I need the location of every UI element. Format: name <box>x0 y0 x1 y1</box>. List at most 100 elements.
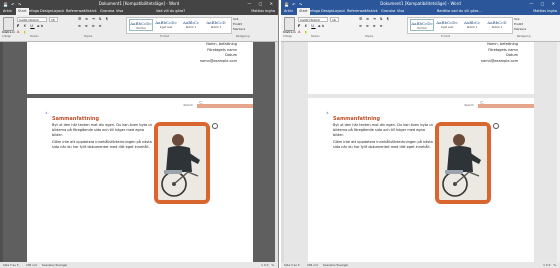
edit-command[interactable]: Markera <box>233 27 245 32</box>
account-name[interactable]: Mattias Ingha <box>251 8 275 15</box>
underline-button[interactable]: U <box>311 24 315 28</box>
style-item[interactable]: AaBbCcDc Normal <box>410 19 434 31</box>
tab-granska[interactable]: Granska <box>381 8 395 15</box>
language-indicator[interactable]: Svenska (Sverige) <box>42 262 67 268</box>
italic-button[interactable]: K <box>24 24 28 28</box>
tab-infoga[interactable]: Infoga <box>309 8 320 15</box>
word-count[interactable]: 236 ord <box>307 262 318 268</box>
body-paragraph[interactable]: Glöm inte att uppdatera innehållsförteck… <box>333 140 433 150</box>
pilcrow-icon[interactable]: ¶ <box>387 17 391 21</box>
numbering-icon[interactable]: ≡ <box>85 17 89 21</box>
page-previous[interactable]: Namn, befattning Företagets namn Datum namn… <box>27 42 253 94</box>
font-name-box[interactable]: Calibri Rubrik <box>298 17 328 22</box>
tab-start[interactable]: Start <box>297 8 310 15</box>
language-indicator[interactable]: Svenska (Sverige) <box>323 262 348 268</box>
page-count[interactable]: Sida 3 av 5 <box>284 262 300 268</box>
color-buttons[interactable]: A ▮ <box>17 30 27 34</box>
italic-button[interactable]: K <box>305 24 309 28</box>
style-item[interactable]: AaBbCc Rubrik 1 <box>460 19 484 31</box>
address-line[interactable]: namn@example.com <box>200 59 237 65</box>
page-previous[interactable]: Namn, befattning Företagets namn Datum namn… <box>308 42 534 94</box>
styles-gallery[interactable]: AaBbCcDc Normal AaBbCcDc Inget avst AaBbCc Ru… <box>407 17 513 34</box>
bold-button[interactable]: F <box>298 24 302 28</box>
tab-layout[interactable]: Layout <box>52 8 64 15</box>
body-paragraph[interactable]: Byt ut den här texten mot din egen. Du k… <box>52 123 152 138</box>
tab-utskick[interactable]: Utskick <box>365 8 378 15</box>
section-heading[interactable]: Sammanfattning <box>52 116 99 122</box>
tab-referenser[interactable]: Referenser <box>347 8 366 15</box>
layout-options-icon[interactable]: ⊂ <box>199 100 203 106</box>
justify-icon[interactable]: ≡ <box>380 24 384 28</box>
paragraph-buttons[interactable]: ☰ ≡ ⇥ ⇅ ¶ <box>359 17 390 21</box>
bicycle-photo[interactable] <box>435 122 491 204</box>
align-center-icon[interactable]: ≡ <box>366 24 370 28</box>
body-paragraph[interactable]: Byt ut den här texten mot din egen. Du k… <box>333 123 433 138</box>
tab-design[interactable]: Design <box>40 8 52 15</box>
style-item[interactable]: AaBbCcDc Inget avst <box>435 19 459 31</box>
body-paragraph[interactable]: Glöm inte att uppdatera innehållsförteck… <box>52 140 152 150</box>
font-color-icon[interactable]: A <box>298 30 302 34</box>
vertical-scrollbar[interactable] <box>275 42 278 262</box>
underline-button[interactable]: U <box>30 24 34 28</box>
font-size-box[interactable]: 16 <box>49 17 58 22</box>
style-item[interactable]: AaBbCc Rubrik 1 <box>179 19 203 31</box>
layout-options-icon[interactable]: ⊂ <box>480 100 484 106</box>
format-buttons[interactable]: F K U a̶b <box>17 24 45 28</box>
style-item[interactable]: AaBbCcDc Normal <box>129 19 153 31</box>
zoom-level[interactable]: 100 % <box>261 262 275 268</box>
align-right-icon[interactable]: ≡ <box>373 24 377 28</box>
layout-anchor-icon[interactable] <box>212 123 218 129</box>
bold-button[interactable]: F <box>17 24 21 28</box>
sort-icon[interactable]: ⇅ <box>99 17 103 21</box>
edit-command[interactable]: Markera <box>514 27 526 32</box>
tell-me-box[interactable]: Vad vill du göra? <box>156 8 185 15</box>
tab-granska[interactable]: Granska <box>100 8 114 15</box>
tell-me-box[interactable]: Berätta vad du vill göra... <box>437 8 482 15</box>
tab-visa[interactable]: Visa <box>397 8 404 15</box>
bullets-icon[interactable]: ☰ <box>78 17 83 21</box>
page-current[interactable]: Rubrik ⊂ ⚓ Sammanfattning Byt ut den här… <box>27 98 253 262</box>
tab-layout[interactable]: Layout <box>333 8 345 15</box>
align-center-icon[interactable]: ≡ <box>85 24 89 28</box>
align-left-icon[interactable]: ≡ <box>359 24 363 28</box>
format-buttons[interactable]: F K U a̶b <box>298 24 326 28</box>
tab-infoga[interactable]: Infoga <box>28 8 39 15</box>
tab-referenser[interactable]: Referenser <box>66 8 85 15</box>
bullets-icon[interactable]: ☰ <box>359 17 364 21</box>
alignment-buttons[interactable]: ≡ ≡ ≡ ≡ <box>78 24 103 28</box>
style-item[interactable]: AaBbCcD Rubrik 2 <box>485 19 509 31</box>
align-right-icon[interactable]: ≡ <box>92 24 96 28</box>
bicycle-photo[interactable] <box>154 122 210 204</box>
numbering-icon[interactable]: ≡ <box>366 17 370 21</box>
paste-button[interactable] <box>3 17 14 31</box>
font-name-box[interactable]: Calibri Rubrik <box>17 17 47 22</box>
paragraph-buttons[interactable]: ☰ ≡ ⇥ ⇅ ¶ <box>78 17 109 21</box>
page-count[interactable]: Sida 3 av 5 <box>3 262 19 268</box>
address-line[interactable]: Namn, befattning <box>481 42 518 48</box>
address-line[interactable]: namn@example.com <box>481 59 518 65</box>
strikethrough-button[interactable]: a̶b <box>37 24 45 28</box>
styles-gallery[interactable]: AaBbCcDc Normal AaBbCcDc Inget avst AaBbCc Ru… <box>126 17 232 34</box>
window-controls[interactable]: — ▢ ✕ <box>529 0 558 8</box>
font-color-icon[interactable]: A <box>17 30 21 34</box>
address-line[interactable]: Namn, befattning <box>200 42 237 48</box>
pilcrow-icon[interactable]: ¶ <box>106 17 110 21</box>
highlight-icon[interactable]: ▮ <box>305 30 309 34</box>
paste-button[interactable] <box>284 17 295 31</box>
font-size-box[interactable]: 16 <box>330 17 339 22</box>
tab-visa[interactable]: Visa <box>116 8 123 15</box>
color-buttons[interactable]: A ▮ <box>298 30 308 34</box>
zoom-level[interactable]: 100 % <box>543 262 557 268</box>
layout-anchor-icon[interactable] <box>493 123 499 129</box>
indent-icon[interactable]: ⇥ <box>373 17 377 21</box>
tab-start[interactable]: Start <box>16 8 29 15</box>
tab-arkiv[interactable]: Arkiv <box>284 8 293 15</box>
page-current[interactable]: Rubrik ⊂ ⚓ Sammanfattning Byt ut den här… <box>308 98 534 262</box>
align-left-icon[interactable]: ≡ <box>78 24 82 28</box>
justify-icon[interactable]: ≡ <box>99 24 103 28</box>
highlight-icon[interactable]: ▮ <box>24 30 28 34</box>
style-item[interactable]: AaBbCcDc Inget avst <box>154 19 178 31</box>
word-count[interactable]: 236 ord <box>26 262 37 268</box>
tab-arkiv[interactable]: Arkiv <box>3 8 12 15</box>
strikethrough-button[interactable]: a̶b <box>318 24 326 28</box>
